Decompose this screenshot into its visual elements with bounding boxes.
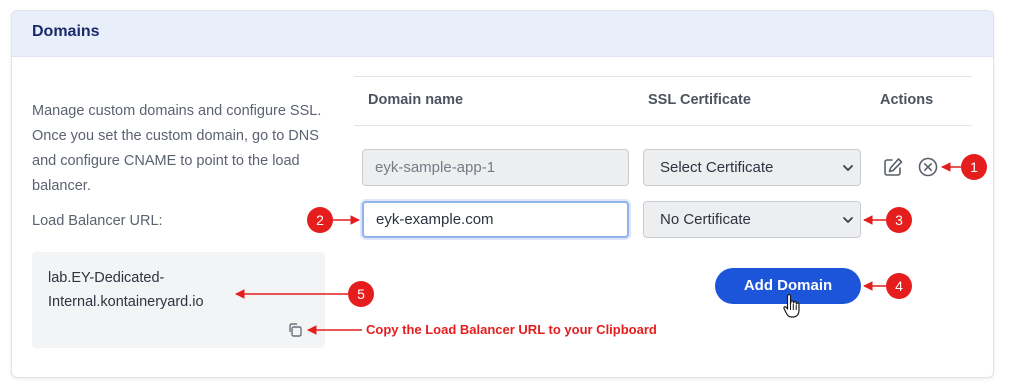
column-header-actions: Actions [880, 92, 934, 108]
domains-description: Manage custom domains and configure SSL.… [32, 103, 322, 194]
certificate-select-row-2[interactable]: No Certificate [643, 201, 861, 238]
certificate-select-row-1[interactable]: Select Certificate [643, 149, 861, 186]
callout-marker-4: 4 [886, 273, 912, 299]
edit-icon[interactable] [882, 156, 904, 178]
copy-icon[interactable] [286, 321, 304, 339]
callout-marker-5: 5 [348, 281, 374, 307]
callout-marker-1: 1 [961, 154, 987, 180]
page: Domains Manage custom domains and config… [0, 0, 1010, 386]
copy-url-note: Copy the Load Balancer URL to your Clipb… [366, 322, 657, 337]
callout-marker-3: 3 [886, 207, 912, 233]
card-title: Domains [32, 23, 100, 40]
certificate-select-row-1-value: Select Certificate [660, 159, 774, 176]
column-header-domain-name: Domain name [368, 92, 464, 108]
card-header: Domains [12, 11, 993, 57]
column-header-ssl-certificate: SSL Certificate [648, 92, 751, 108]
hand-cursor-icon [783, 293, 800, 318]
remove-icon[interactable] [917, 156, 939, 178]
table-top-rule [354, 76, 972, 77]
chevron-down-icon [843, 217, 853, 223]
certificate-select-row-2-value: No Certificate [660, 211, 751, 228]
load-balancer-label: Load Balancer URL: [32, 213, 163, 229]
load-balancer-box: lab.EY-Dedicated-Internal.kontaineryard.… [32, 252, 325, 348]
table-header-rule [354, 125, 972, 126]
load-balancer-url: lab.EY-Dedicated-Internal.kontaineryard.… [48, 270, 204, 310]
callout-marker-2: 2 [307, 207, 333, 233]
domain-input-row-1[interactable] [362, 149, 629, 186]
domain-input-row-2[interactable] [362, 201, 629, 238]
chevron-down-icon [843, 165, 853, 171]
